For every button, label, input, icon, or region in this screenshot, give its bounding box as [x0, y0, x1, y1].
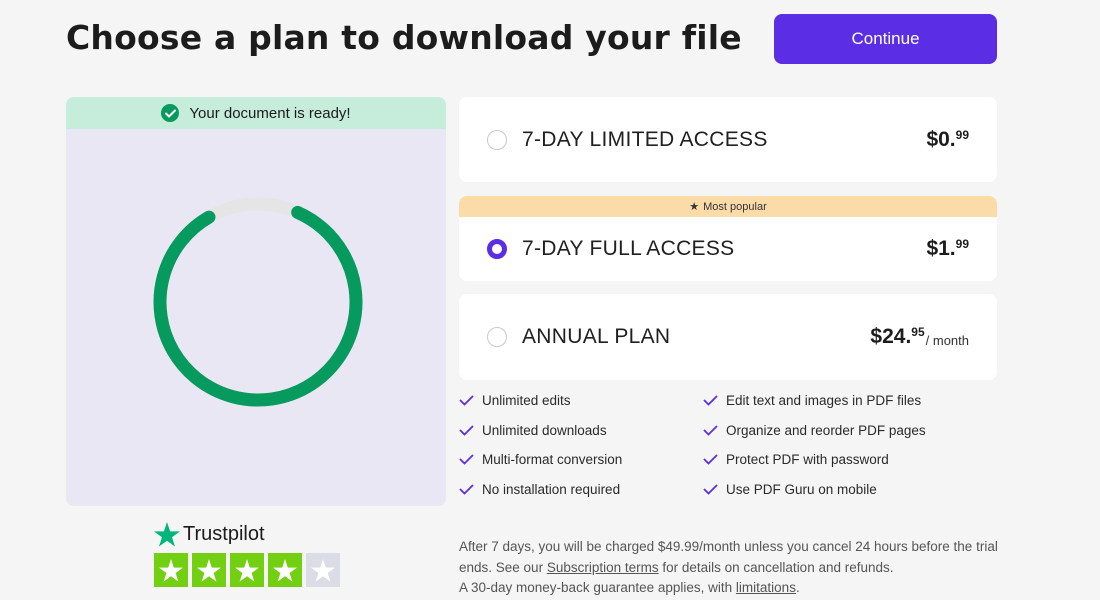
rating-star-empty — [306, 553, 340, 587]
star-icon: ★ — [689, 201, 700, 213]
plan-option-7-day-limited[interactable]: 7-DAY LIMITED ACCESS $0. 99 — [459, 97, 997, 182]
download-progress-ring — [153, 197, 363, 407]
plan-radio-full[interactable] — [487, 239, 507, 259]
plan-radio-annual[interactable] — [487, 327, 507, 347]
feature-item: Edit text and images in PDF files — [703, 392, 999, 410]
checkmark-icon — [459, 454, 474, 466]
document-ready-banner: Your document is ready! — [66, 97, 446, 129]
checkmark-icon — [703, 484, 718, 495]
rating-star-filled — [154, 553, 188, 587]
page-title: Choose a plan to download your file — [66, 18, 742, 57]
trustpilot-star-icon — [154, 522, 180, 547]
rating-star-filled — [230, 553, 264, 587]
checkmark-icon — [703, 425, 718, 436]
feature-item: Protect PDF with password — [703, 451, 999, 469]
billing-terms: After 7 days, you will be charged $49.99… — [459, 539, 998, 595]
feature-list: Unlimited edits Edit text and images in … — [459, 392, 999, 498]
checkmark-icon — [459, 425, 474, 436]
checkmark-icon — [459, 484, 474, 495]
plan-price: $1. 99 — [926, 237, 969, 260]
trustpilot-widget: Trustpilot — [154, 522, 340, 587]
plan-name: 7-DAY FULL ACCESS — [522, 237, 735, 260]
document-preview-panel: Your document is ready! — [66, 97, 446, 506]
plan-name: 7-DAY LIMITED ACCESS — [522, 127, 768, 151]
document-ready-text: Your document is ready! — [189, 104, 351, 122]
trustpilot-rating — [154, 553, 340, 587]
plan-option-annual[interactable]: ANNUAL PLAN $24. 95/ month — [459, 294, 997, 380]
plan-price: $0. 99 — [926, 127, 969, 151]
checkmark-icon — [703, 454, 718, 466]
feature-item: Multi-format conversion — [459, 451, 703, 469]
checkmark-icon — [703, 395, 718, 407]
plan-price: $24. 95/ month — [870, 325, 969, 348]
check-circle-icon — [161, 104, 180, 122]
checkmark-icon — [459, 395, 474, 407]
feature-item: Unlimited edits — [459, 392, 703, 410]
rating-star-filled — [268, 553, 302, 587]
plan-option-7-day-full[interactable]: ★ Most popular 7-DAY FULL ACCESS $1. 99 — [459, 196, 997, 281]
feature-item: No installation required — [459, 481, 703, 499]
limitations-link[interactable]: limitations — [736, 580, 796, 595]
feature-item: Use PDF Guru on mobile — [703, 481, 999, 499]
continue-button[interactable]: Continue — [774, 14, 997, 64]
trustpilot-logo: Trustpilot — [154, 522, 340, 547]
feature-item: Organize and reorder PDF pages — [703, 422, 999, 440]
plan-name: ANNUAL PLAN — [522, 325, 671, 348]
rating-star-filled — [192, 553, 226, 587]
progress-fill — [153, 197, 363, 407]
feature-item: Unlimited downloads — [459, 422, 703, 440]
subscription-terms-link[interactable]: Subscription terms — [547, 560, 659, 575]
most-popular-badge: ★ Most popular — [459, 196, 997, 217]
plan-radio-limited[interactable] — [487, 129, 507, 150]
